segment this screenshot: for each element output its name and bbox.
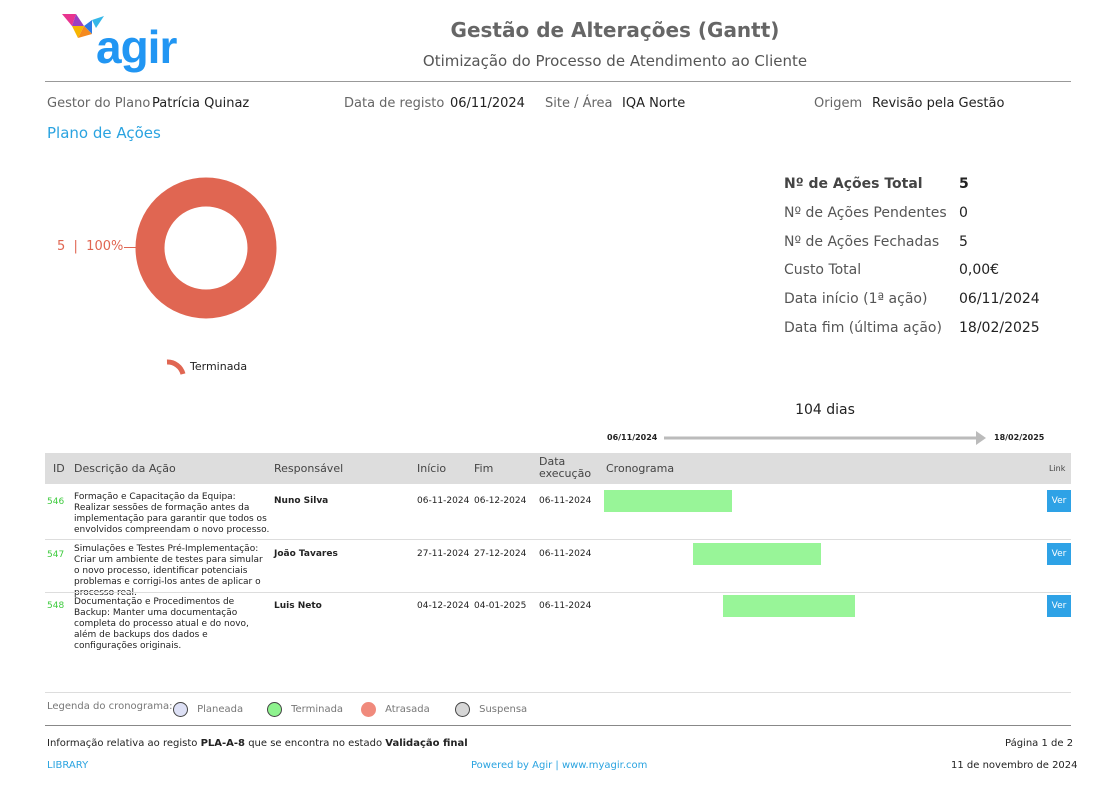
stat-label-start: Data início (1ª ação) xyxy=(784,291,928,307)
table-row: 548 Documentação e Procedimentos de Back… xyxy=(45,593,1071,651)
th-id: ID xyxy=(53,462,65,475)
stat-value-pending: 0 xyxy=(959,205,968,221)
legend-item-atrasada: Atrasada xyxy=(361,699,430,718)
stat-label-cost: Custo Total xyxy=(784,262,862,278)
timeline-arrow-icon xyxy=(664,431,986,445)
logo-text: agir xyxy=(96,21,177,73)
row-responsible: João Tavares xyxy=(274,549,338,559)
legend-item-terminada: Terminada xyxy=(267,699,343,718)
footer-record-state: Validação final xyxy=(385,738,468,749)
view-button[interactable]: Ver xyxy=(1047,595,1071,617)
th-gantt: Cronograma xyxy=(606,462,675,475)
row-id: 547 xyxy=(47,550,65,560)
manager-value: Patrícia Quinaz xyxy=(152,96,250,111)
legend-label: Suspensa xyxy=(479,704,528,715)
origin-value: Revisão pela Gestão xyxy=(872,96,1005,111)
th-start: Início xyxy=(417,462,447,475)
row-end: 27-12-2024 xyxy=(474,549,527,559)
view-button[interactable]: Ver xyxy=(1047,490,1071,512)
stat-value-closed: 5 xyxy=(959,234,968,250)
footer-info: Informação relativa ao registo PLA-A-8 q… xyxy=(47,738,468,749)
footer-record-code: PLA-A-8 xyxy=(200,738,246,749)
row-end: 06-12-2024 xyxy=(474,496,527,506)
row-id: 548 xyxy=(47,601,65,611)
table-row: 546 Formação e Capacitação da Equipa: Re… xyxy=(45,486,1071,539)
manager-label: Gestor do Plano xyxy=(47,96,151,111)
origin-label: Origem xyxy=(814,96,863,111)
footer-info-middle: que se encontra no estado xyxy=(248,738,383,749)
footer-page: Página 1 de 2 xyxy=(1005,738,1074,749)
gantt-bar xyxy=(723,595,855,617)
gantt-bar xyxy=(604,490,732,512)
footer-library: LIBRARY xyxy=(47,760,89,771)
legend-divider xyxy=(45,692,1071,693)
legend-label: Planeada xyxy=(197,704,244,715)
site-label: Site / Área xyxy=(545,96,613,111)
gantt-bar xyxy=(693,543,821,565)
stat-label-pending: Nº de Ações Pendentes xyxy=(784,205,947,221)
donut-slice-terminada xyxy=(135,177,277,319)
th-link: Link xyxy=(1049,464,1066,473)
footer-divider xyxy=(45,725,1071,726)
legend-item-planeada: Planeada xyxy=(173,699,243,718)
donut-label: 5 | 100% xyxy=(57,239,124,254)
legend-slice-icon xyxy=(166,359,186,375)
logo: agir xyxy=(62,12,192,76)
view-button[interactable]: Ver xyxy=(1047,543,1071,565)
th-resp: Responsável xyxy=(274,462,344,475)
row-description: Formação e Capacitação da Equipa: Realiz… xyxy=(74,492,270,535)
stat-value-cost: 0,00€ xyxy=(959,262,1000,278)
stat-value-end: 18/02/2025 xyxy=(959,320,1040,336)
th-exec: Data execução xyxy=(539,455,592,480)
page-subtitle: Otimização do Processo de Atendimento ao… xyxy=(422,52,808,70)
footer-date: 11 de novembro de 2024 xyxy=(951,760,1078,771)
timeline-end: 18/02/2025 xyxy=(994,433,1045,442)
row-description: Documentação e Procedimentos de Backup: … xyxy=(74,597,249,651)
stat-label-end: Data fim (última ação) xyxy=(784,320,942,336)
stat-label-closed: Nº de Ações Fechadas xyxy=(784,234,940,250)
page-title: Gestão de Alterações (Gantt) xyxy=(450,18,780,42)
legend-circle-icon xyxy=(455,702,470,717)
date-label: Data de registo xyxy=(344,96,445,111)
donut-leader-line xyxy=(124,247,136,248)
donut-legend-label: Terminada xyxy=(190,360,248,373)
footer-powered-link[interactable]: Powered by Agir | www.myagir.com xyxy=(471,760,647,771)
legend-label: Terminada xyxy=(291,704,344,715)
site-value: IQA Norte xyxy=(622,96,686,111)
stat-label-total: Nº de Ações Total xyxy=(784,176,923,192)
legend-label: Atrasada xyxy=(385,704,430,715)
date-value: 06/11/2024 xyxy=(450,96,525,111)
table-row: 547 Simulações e Testes Pré-Implementaçã… xyxy=(45,540,1071,598)
row-exec: 06-11-2024 xyxy=(539,496,592,506)
row-exec: 06-11-2024 xyxy=(539,549,592,559)
legend-title: Legenda do cronograma: xyxy=(47,701,173,712)
timeline-duration: 104 dias xyxy=(795,402,855,418)
donut-chart xyxy=(135,177,277,319)
header-divider xyxy=(45,81,1071,82)
row-description: Simulações e Testes Pré-Implementação: C… xyxy=(74,544,263,598)
legend-circle-icon xyxy=(267,702,282,717)
footer-info-prefix: Informação relativa ao registo xyxy=(47,738,198,749)
legend-circle-icon xyxy=(361,702,376,717)
th-desc: Descrição da Ação xyxy=(74,462,176,475)
row-start: 27-11-2024 xyxy=(417,549,470,559)
legend-item-suspensa: Suspensa xyxy=(455,699,527,718)
row-end: 04-01-2025 xyxy=(474,601,527,611)
row-start: 06-11-2024 xyxy=(417,496,470,506)
legend-circle-icon xyxy=(173,702,188,717)
stat-value-total: 5 xyxy=(959,176,969,192)
timeline-start: 06/11/2024 xyxy=(607,433,658,442)
stat-value-start: 06/11/2024 xyxy=(959,291,1040,307)
section-title: Plano de Ações xyxy=(47,124,161,142)
row-start: 04-12-2024 xyxy=(417,601,470,611)
row-responsible: Luis Neto xyxy=(274,601,322,611)
row-responsible: Nuno Silva xyxy=(274,496,329,506)
row-id: 546 xyxy=(47,497,65,507)
th-end: Fim xyxy=(474,462,494,475)
row-exec: 06-11-2024 xyxy=(539,601,592,611)
